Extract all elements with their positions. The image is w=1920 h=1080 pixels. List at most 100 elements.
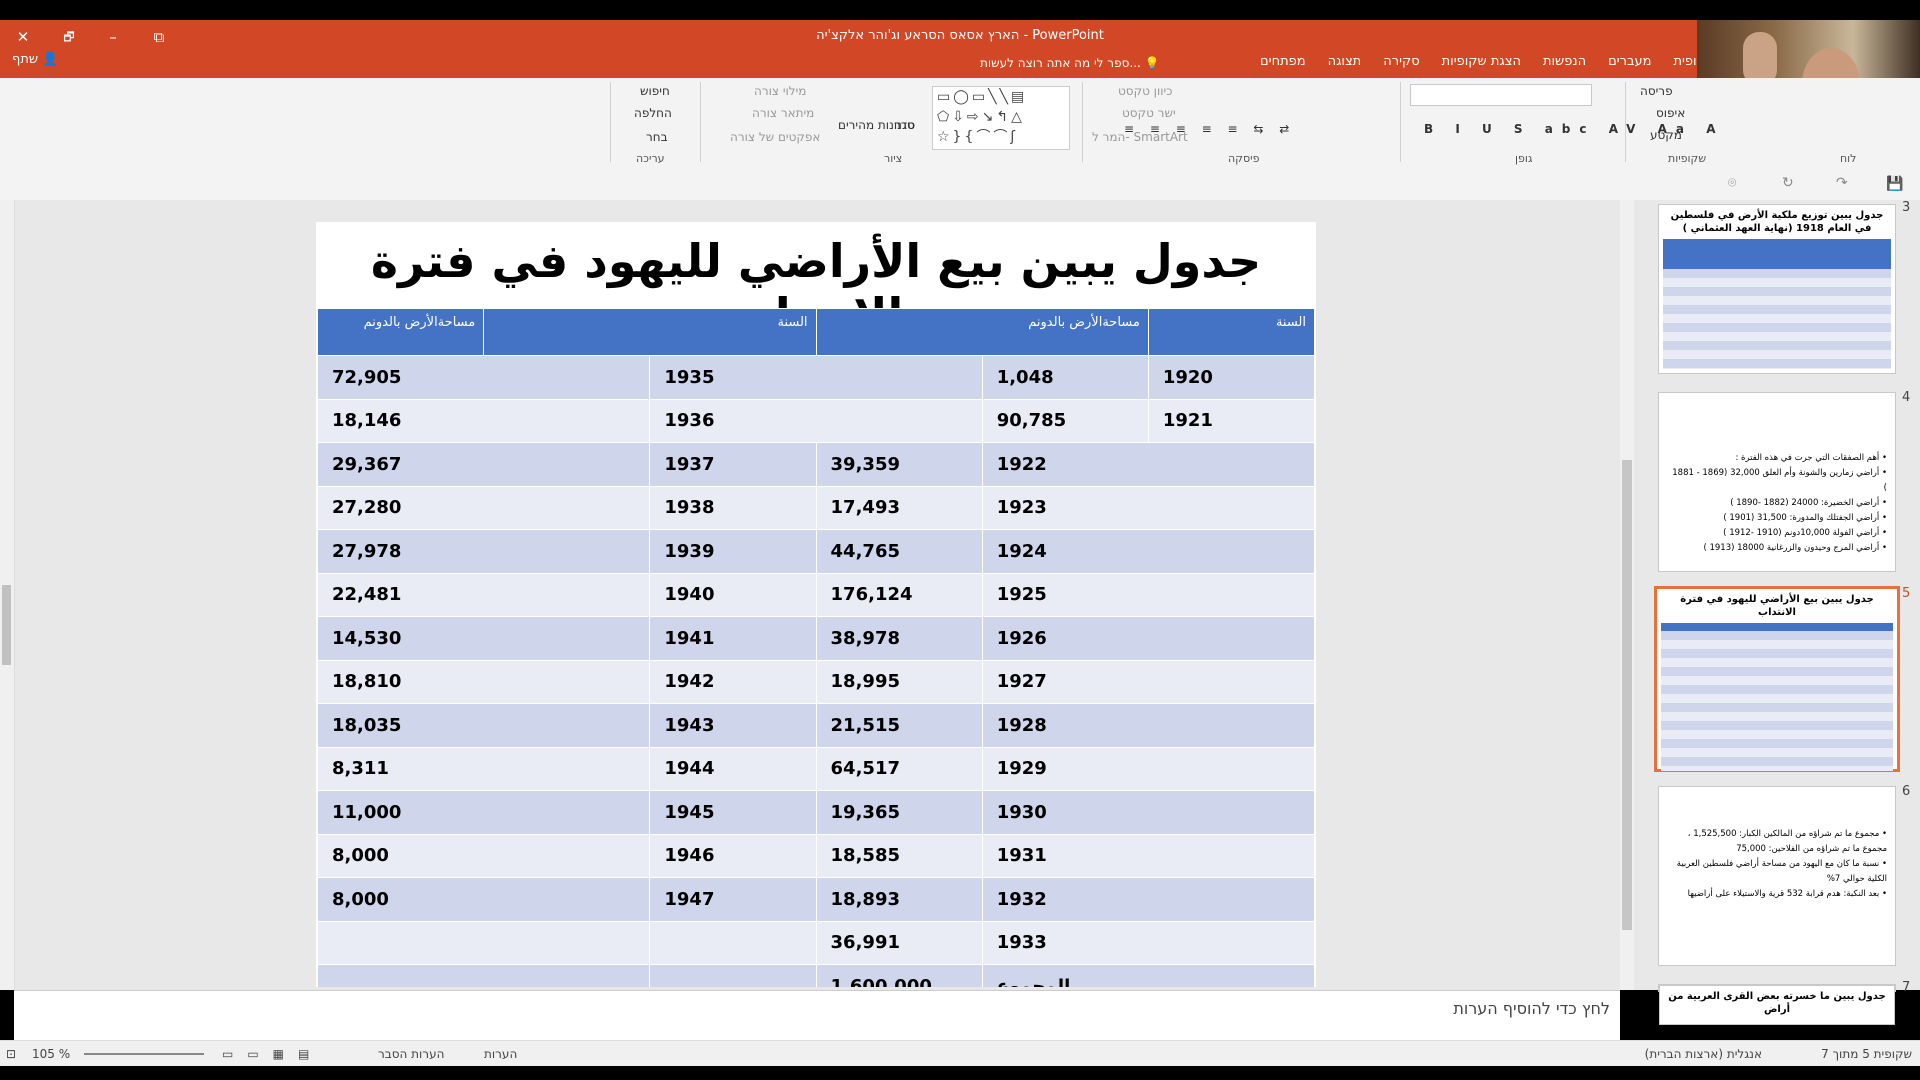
cell-year-2: 1942 — [649, 659, 817, 704]
window-title: הארץ אסאס הסראע וג'והר אלקצ'יה - PowerPo… — [816, 28, 1104, 43]
user-icon: 👤 — [42, 52, 59, 67]
cell-area-2: 8,000 — [316, 877, 651, 922]
thumb-number-3: 3 — [1902, 200, 1911, 215]
thumbnail-slide-7[interactable]: جدول يبين ما خسرته بعض القرى العربية من … — [1658, 984, 1896, 1025]
thumb-number-6: 6 — [1902, 784, 1911, 799]
restore-icon[interactable]: 🗗 — [54, 26, 84, 48]
cell-area-2: 8,000 — [316, 833, 651, 878]
tell-me-label: ספר לי מה אתה רוצה לעשות... — [980, 56, 1141, 70]
cell-year-1: 1924 — [981, 529, 1316, 574]
cell-area-1: 18,585 — [815, 833, 983, 878]
tab-developer[interactable]: מפתחים — [1260, 54, 1306, 69]
fit-to-window-icon[interactable]: ⊡ — [6, 1047, 16, 1061]
thumbnail-slide-3[interactable]: جدول يبين توزيع ملكية الأرض في فلسطين في… — [1658, 204, 1896, 374]
slide-counter: שקופית 5 מתוך 7 — [1821, 1047, 1912, 1061]
tab-slideshow[interactable]: הצגת שקופיות — [1442, 54, 1521, 69]
tab-animations[interactable]: הנפשות — [1543, 54, 1586, 69]
close-icon[interactable]: ✕ — [8, 26, 38, 48]
save-icon[interactable]: 💾 — [1886, 176, 1903, 192]
thumb5-title: جدول يبين بيع الأراضي لليهود في فترة الا… — [1680, 594, 1874, 618]
title-bar: הארץ אסאס הסראע וג'והר אלקצ'יה - PowerPo… — [0, 20, 1920, 78]
thumb-number-5: 5 — [1902, 586, 1911, 601]
cell-year-1: 1925 — [981, 572, 1316, 617]
cell-area-1: 21,515 — [815, 703, 983, 748]
cell-area-2: 27,280 — [316, 485, 651, 530]
table-row: 1928 21,515 1943 18,035 — [316, 703, 1316, 748]
cell-year-2: 1935 — [649, 355, 983, 400]
cell-area-1: 39,359 — [815, 442, 983, 487]
thumbnail-slide-5[interactable]: جدول يبين بيع الأراضي لليهود في فترة الا… — [1654, 586, 1900, 772]
cell-year-2: 1943 — [649, 703, 817, 748]
cell-area-1: 1,048 — [981, 355, 1149, 400]
shape-fill-button[interactable]: מילוי צורה — [754, 84, 806, 98]
ribbon-tabs: שקופית מעברים הנפשות הצגת שקופיות סקירה … — [1260, 54, 1715, 69]
smartart-button[interactable]: המר ל- SmartArt — [1092, 130, 1188, 144]
cell-area-2: 27,978 — [316, 529, 651, 574]
zoom-slider[interactable] — [84, 1053, 204, 1055]
group-drawing-label: ציור — [884, 152, 903, 165]
header-year-1: السنة — [1147, 308, 1316, 356]
slide-canvas[interactable]: جدول يبين بيع الأراضي لليهود في فترة الا… — [316, 222, 1316, 987]
header-year-2: السنة — [483, 308, 817, 356]
table-row: 1925 176,124 1940 22,481 — [316, 572, 1316, 617]
thumb6-text: • مجموع ما تم شراؤه من المالكين الكبار: … — [1676, 829, 1887, 899]
table-row: 1933 36,991 — [316, 920, 1316, 965]
font-format-buttons[interactable]: B I U S abc AV Aa A — [1424, 122, 1724, 136]
shape-effects-button[interactable]: אפקטים של צורה — [730, 130, 820, 144]
text-direction-button[interactable]: כיוון טקסט — [1118, 84, 1173, 98]
font-name-box[interactable] — [1410, 84, 1592, 106]
minimize-icon[interactable]: – — [98, 26, 128, 48]
cell-area-2: 14,530 — [316, 616, 651, 661]
cell-year-1: المجموع — [981, 964, 1316, 987]
table-row: 1923 17,493 1938 27,280 — [316, 485, 1316, 530]
layout-button[interactable]: פריסה — [1640, 84, 1673, 98]
find-button[interactable]: חיפוש — [640, 84, 670, 98]
tab-view[interactable]: תצוגה — [1328, 54, 1362, 69]
header-area-2: مساحةالأرض بالدونم — [316, 308, 485, 356]
redo-icon[interactable]: ↷ — [1836, 175, 1848, 191]
cell-area-2: 18,810 — [316, 659, 651, 704]
ribbon-display-icon[interactable]: ⧉ — [144, 26, 174, 48]
notes-toggle[interactable]: הערות — [484, 1047, 517, 1061]
cell-area-1: 19,365 — [815, 790, 983, 835]
cell-year-2: 1944 — [649, 746, 817, 791]
view-buttons[interactable]: ▭▭▦▤ — [222, 1047, 323, 1061]
zoom-level[interactable]: 105 % — [32, 1047, 70, 1061]
align-text-button[interactable]: ישר טקסט — [1122, 106, 1176, 120]
thumbnail-slide-4[interactable]: • أهم الصفقات التي جرت في هذه الفترة : •… — [1658, 392, 1896, 572]
tab-transitions[interactable]: מעברים — [1608, 54, 1651, 69]
undo-icon[interactable]: ↻ — [1782, 175, 1794, 191]
cell-year-2: 1938 — [649, 485, 817, 530]
cell-area-2: 8,311 — [316, 746, 651, 791]
share-button[interactable]: שתף 👤 — [12, 52, 58, 67]
cell-area-2: 72,905 — [316, 355, 651, 400]
ribbon: פריסה איפוס מקטע שקופיות לוח B I U S abc… — [0, 78, 1920, 171]
cell-year-2: 1936 — [649, 398, 983, 443]
table-row: 1931 18,585 1946 8,000 — [316, 833, 1316, 878]
editor-scrollbar[interactable] — [0, 200, 15, 990]
thumbnail-scrollbar[interactable] — [1620, 200, 1634, 990]
cell-area-1: 176,124 — [815, 572, 983, 617]
table-row: 1932 18,893 1947 8,000 — [316, 877, 1316, 922]
quick-styles-button[interactable]: סגנונות מהירים — [838, 118, 915, 132]
group-font-label: גופן — [1515, 152, 1533, 165]
cell-year-1: 1929 — [981, 746, 1316, 791]
language-indicator[interactable]: אנגלית (ארצות הברית) — [1645, 1047, 1762, 1061]
cell-area-1: 38,978 — [815, 616, 983, 661]
notes-pane[interactable]: לחץ כדי להוסיף הערות — [14, 990, 1620, 1041]
thumbnail-slide-6[interactable]: • مجموع ما تم شراؤه من المالكين الكبار: … — [1658, 786, 1896, 966]
replace-button[interactable]: החלפה — [634, 106, 672, 120]
shape-outline-button[interactable]: מיתאר צורה — [752, 106, 814, 120]
tell-me-search[interactable]: ספר לי מה אתה רוצה לעשות... 💡 — [980, 56, 1160, 70]
comments-toggle[interactable]: הערות הסבר — [378, 1047, 444, 1061]
thumb-number-4: 4 — [1902, 390, 1911, 405]
presenter-icon[interactable]: ⌾ — [1728, 175, 1736, 191]
tab-review[interactable]: סקירה — [1383, 54, 1419, 69]
shapes-gallery[interactable]: ▭◯▭╲╲▤ ⬠⇩⇨↘↰△ ☆}{⌒⌒ʃ — [932, 86, 1070, 150]
cell-year-1: 1932 — [981, 877, 1316, 922]
thumbnail-pane: جدول يبين توزيع ملكية الأرض في فلسطين في… — [1640, 200, 1920, 1025]
header-area-1: مساحةالأرض بالدونم — [815, 308, 1149, 356]
cell-year-2: 1941 — [649, 616, 817, 661]
reset-button[interactable]: איפוס — [1656, 106, 1685, 120]
select-button[interactable]: בחר — [646, 130, 668, 144]
